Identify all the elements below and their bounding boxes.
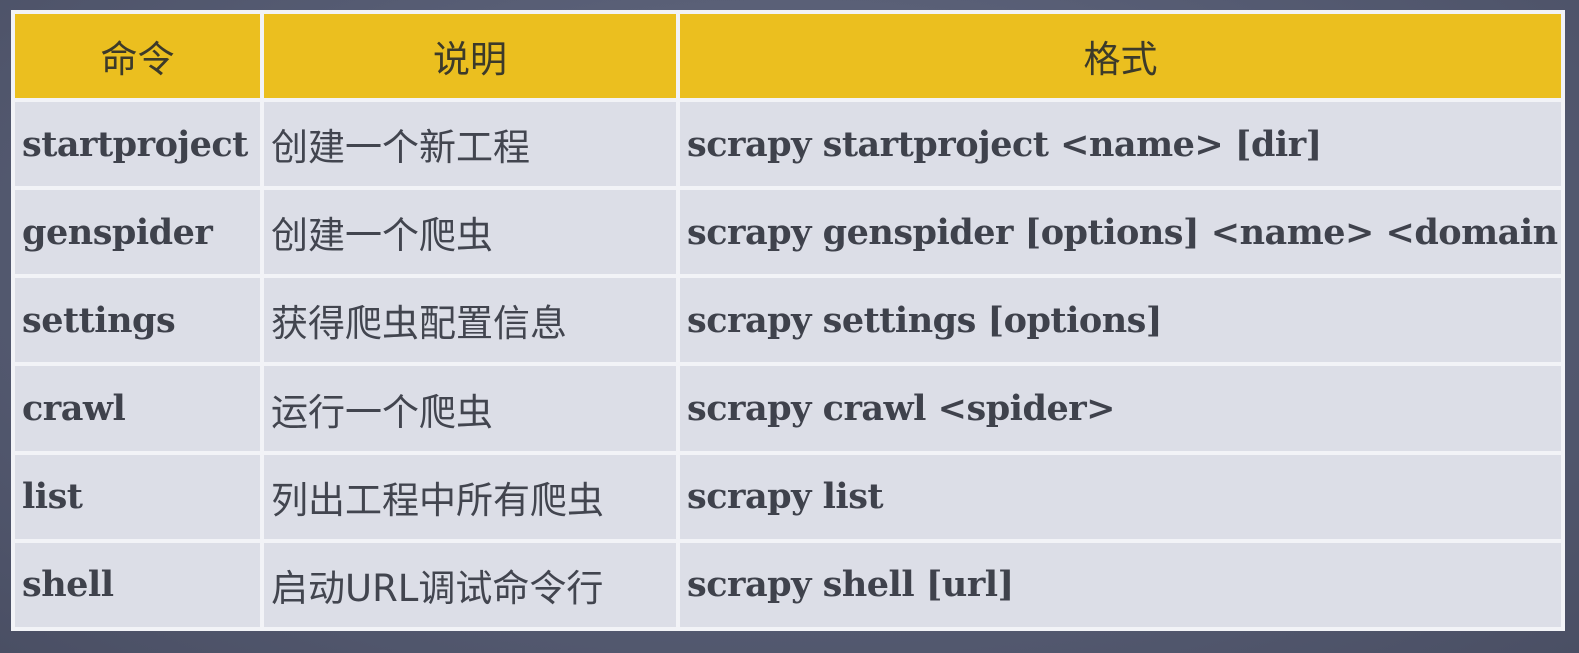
format-cell: scrapy genspider [options] <name> <domai… xyxy=(676,186,1565,279)
description-cell: 创建一个新工程 xyxy=(260,97,680,191)
table-row: shell 启动URL调试命令行 scrapy shell [url] xyxy=(11,538,1565,632)
format-cell: scrapy settings [options] xyxy=(676,274,1565,367)
header-format: 格式 xyxy=(676,10,1565,102)
table-row: settings 获得爬虫配置信息 scrapy settings [optio… xyxy=(11,274,1565,367)
command-cell: crawl xyxy=(11,362,264,455)
format-cell: scrapy startproject <name> [dir] xyxy=(676,97,1565,191)
format-cell: scrapy list xyxy=(676,450,1565,543)
command-cell: genspider xyxy=(11,186,264,279)
table-row: crawl 运行一个爬虫 scrapy crawl <spider> xyxy=(11,362,1565,455)
format-cell: scrapy shell [url] xyxy=(676,538,1565,632)
description-cell: 启动URL调试命令行 xyxy=(260,538,680,632)
table-row: list 列出工程中所有爬虫 scrapy list xyxy=(11,450,1565,543)
header-command: 命令 xyxy=(11,10,264,102)
command-cell: shell xyxy=(11,538,264,632)
header-description: 说明 xyxy=(260,10,680,102)
table-header: 命令 说明 格式 xyxy=(11,10,1565,102)
command-cell: settings xyxy=(11,274,264,367)
command-cell: startproject xyxy=(11,97,264,191)
description-cell: 创建一个爬虫 xyxy=(260,186,680,279)
description-cell: 列出工程中所有爬虫 xyxy=(260,450,680,543)
header-row: 命令 说明 格式 xyxy=(11,10,1565,102)
format-cell: scrapy crawl <spider> xyxy=(676,362,1565,455)
description-cell: 运行一个爬虫 xyxy=(260,362,680,455)
command-cell: list xyxy=(11,450,264,543)
table-row: genspider 创建一个爬虫 scrapy genspider [optio… xyxy=(11,186,1565,279)
description-cell: 获得爬虫配置信息 xyxy=(260,274,680,367)
table-row: startproject 创建一个新工程 scrapy startproject… xyxy=(11,97,1565,191)
scrapy-commands-table: 命令 说明 格式 startproject 创建一个新工程 scrapy sta… xyxy=(11,10,1565,632)
scrapy-commands-table-wrapper: 命令 说明 格式 startproject 创建一个新工程 scrapy sta… xyxy=(11,10,1565,632)
table-body: startproject 创建一个新工程 scrapy startproject… xyxy=(11,97,1565,632)
